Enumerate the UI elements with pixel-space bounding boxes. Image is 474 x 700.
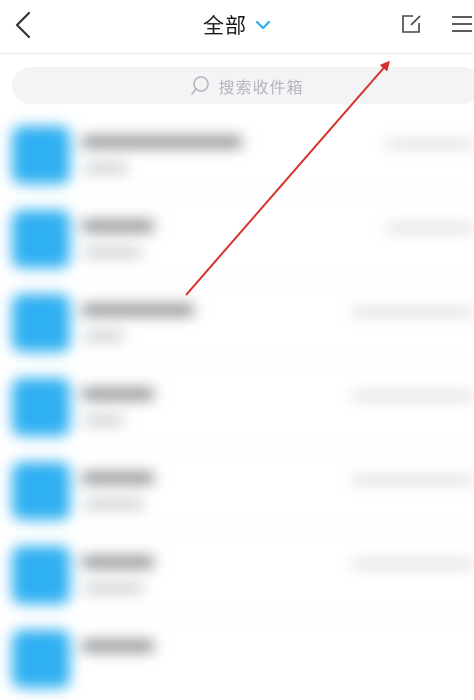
compose-icon <box>402 15 421 33</box>
list-item-title <box>82 472 154 484</box>
chevron-down-icon <box>255 20 271 30</box>
list-item-time <box>352 308 474 316</box>
list-item[interactable] <box>0 532 474 616</box>
list-item-time <box>352 476 474 484</box>
list-item-title <box>82 220 154 232</box>
list-item-time <box>352 560 474 568</box>
menu-icon <box>452 16 472 32</box>
avatar <box>12 630 70 688</box>
search-icon <box>191 75 210 95</box>
search-input[interactable]: 搜索收件箱 <box>12 67 474 104</box>
list-item-title <box>82 556 154 568</box>
list-item[interactable] <box>0 364 474 448</box>
folder-filter-dropdown[interactable]: 全部 <box>203 10 271 40</box>
message-list <box>0 112 474 688</box>
back-button[interactable] <box>6 8 40 42</box>
list-item[interactable] <box>0 448 474 532</box>
list-item-time <box>386 140 474 148</box>
chevron-left-icon <box>15 11 31 39</box>
avatar <box>12 378 70 436</box>
list-item-preview <box>84 248 142 257</box>
avatar <box>12 546 70 604</box>
list-item-time <box>352 392 474 400</box>
list-item-preview <box>84 500 144 509</box>
list-item-title <box>82 640 154 652</box>
list-item-title <box>82 388 154 400</box>
avatar <box>12 462 70 520</box>
list-item-preview <box>84 416 124 425</box>
list-item[interactable] <box>0 112 474 196</box>
list-item-time <box>386 224 474 232</box>
avatar <box>12 294 70 352</box>
top-nav-bar: 全部 <box>0 0 474 54</box>
compose-button[interactable] <box>395 8 429 40</box>
avatar <box>12 126 70 184</box>
list-item-title <box>82 136 242 148</box>
list-item-preview <box>84 164 128 173</box>
avatar <box>12 210 70 268</box>
list-item[interactable] <box>0 196 474 280</box>
menu-button[interactable] <box>446 8 474 40</box>
search-placeholder: 搜索收件箱 <box>218 77 304 97</box>
list-item-preview <box>84 332 124 341</box>
page-title: 全部 <box>203 14 247 38</box>
list-item[interactable] <box>0 616 474 700</box>
list-item-preview <box>84 584 144 593</box>
list-item[interactable] <box>0 280 474 364</box>
list-item-title <box>82 304 194 316</box>
